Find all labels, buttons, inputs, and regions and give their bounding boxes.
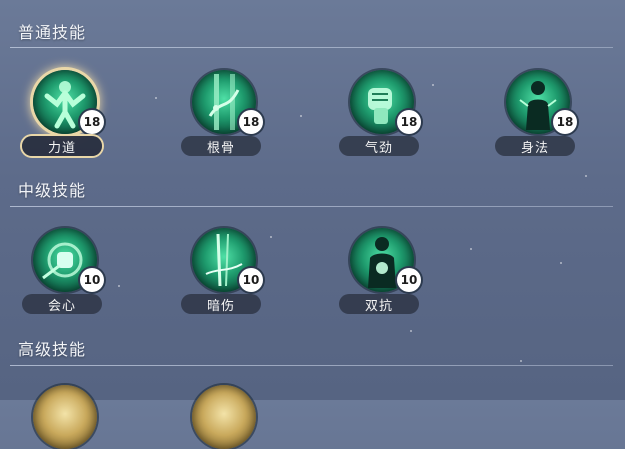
section-divider [10, 206, 613, 207]
gold-skill-icon[interactable] [192, 385, 256, 449]
starfield-background [0, 0, 625, 400]
section-divider [10, 47, 613, 48]
skill-name-label: 根骨 [181, 136, 261, 156]
skill-level-badge: 10 [397, 268, 421, 292]
skill-name-label: 身法 [495, 136, 575, 156]
skill-level-badge: 10 [239, 268, 263, 292]
skill-name-label: 会心 [22, 294, 102, 314]
section-title-advanced: 高级技能 [18, 340, 87, 359]
section-title-basic: 普通技能 [18, 23, 87, 42]
skill-name-label: 力道 [22, 136, 102, 156]
skill-name-label: 暗伤 [181, 294, 261, 314]
skill-level-badge: 18 [553, 110, 577, 134]
skill-level-badge: 10 [80, 268, 104, 292]
skill-name-label: 气劲 [339, 136, 419, 156]
skill-level-badge: 18 [80, 110, 104, 134]
skill-name-label: 双抗 [339, 294, 419, 314]
skill-level-badge: 18 [239, 110, 263, 134]
section-title-intermediate: 中级技能 [18, 181, 87, 200]
section-divider [10, 365, 613, 366]
skill-level-badge: 18 [397, 110, 421, 134]
gold-skill-icon[interactable] [33, 385, 97, 449]
